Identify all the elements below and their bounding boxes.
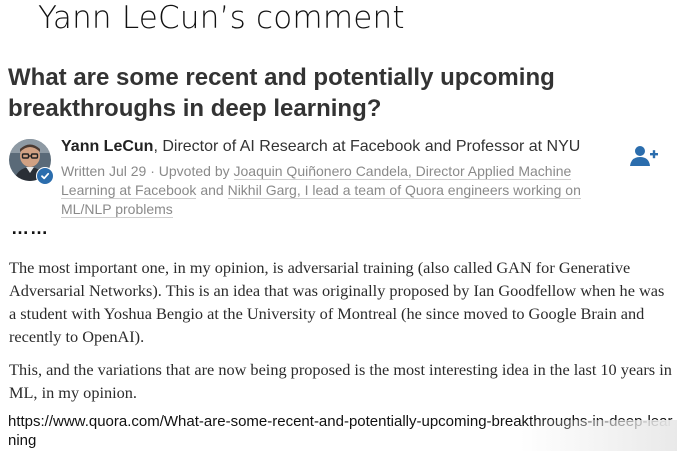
ellipsis: …… — [11, 218, 49, 238]
author-credential: , Director of AI Research at Facebook an… — [153, 138, 581, 155]
check-badge-icon — [36, 167, 54, 185]
person-add-icon[interactable] — [629, 145, 659, 167]
upvoted-by-label: · Upvoted by — [146, 163, 234, 179]
corner-shade — [520, 420, 677, 451]
written-date-link[interactable]: Written Jul 29 — [61, 163, 146, 179]
slide-title: Yann LeCun’s comment — [38, 0, 405, 36]
answer-meta: Written Jul 29 · Upvoted by Joaquin Quiñ… — [61, 162, 621, 219]
author-line: Yann LeCun, Director of AI Research at F… — [61, 138, 580, 156]
answer-paragraph-2: This, and the variations that are now be… — [9, 360, 672, 402]
question-title[interactable]: What are some recent and potentially upc… — [8, 62, 648, 124]
author-name-link[interactable]: Yann LeCun — [61, 138, 153, 155]
answer-paragraph-1: The most important one, in my opinion, i… — [9, 258, 665, 346]
upvoter-separator: and — [196, 182, 228, 198]
